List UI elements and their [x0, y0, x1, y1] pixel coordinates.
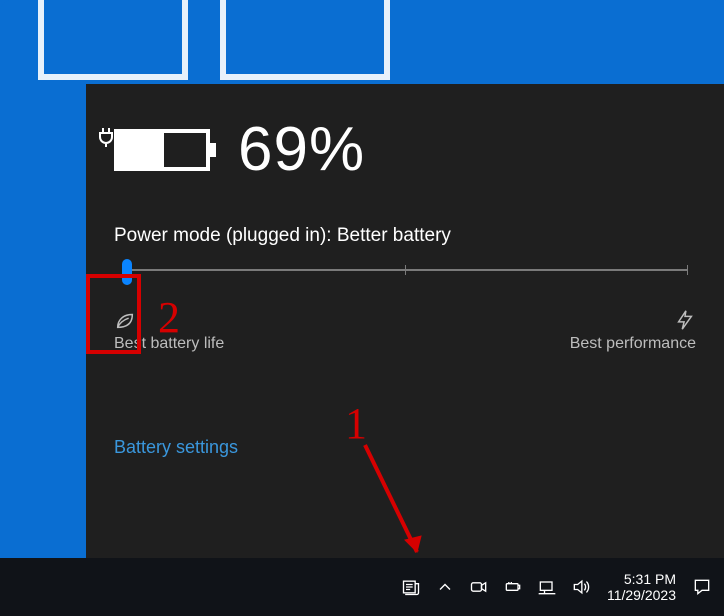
desktop-bg-shape — [220, 0, 390, 80]
slider-label-right: Best performance — [570, 309, 696, 353]
lightning-icon — [674, 309, 696, 331]
desktop-bg-shape — [38, 0, 188, 80]
taskbar: 5:31 PM 11/29/2023 — [0, 558, 724, 616]
power-slider[interactable]: Best battery life Best performance — [114, 269, 696, 353]
battery-percentage: 69% — [238, 114, 365, 185]
slider-track — [122, 269, 688, 271]
clock-time: 5:31 PM — [607, 571, 676, 587]
volume-tray-icon[interactable] — [567, 573, 595, 601]
slider-tick — [687, 265, 688, 275]
action-center-icon[interactable] — [688, 573, 716, 601]
slider-thumb[interactable] — [122, 259, 132, 285]
tray-overflow-chevron-icon[interactable] — [431, 573, 459, 601]
clock-date: 11/29/2023 — [607, 587, 676, 603]
meet-now-icon[interactable] — [465, 573, 493, 601]
battery-settings-link[interactable]: Battery settings — [114, 437, 238, 458]
taskbar-clock[interactable]: 5:31 PM 11/29/2023 — [601, 571, 682, 603]
battery-header: 69% — [114, 114, 696, 185]
news-tray-icon[interactable] — [397, 573, 425, 601]
battery-tray-icon[interactable] — [499, 573, 527, 601]
best-battery-label: Best battery life — [114, 335, 224, 353]
slider-tick — [405, 265, 406, 275]
battery-flyout: 69% Power mode (plugged in): Better batt… — [86, 84, 724, 558]
battery-charging-icon — [114, 129, 210, 171]
power-mode-label: Power mode (plugged in): Better battery — [114, 225, 696, 247]
network-tray-icon[interactable] — [533, 573, 561, 601]
slider-label-left: Best battery life — [114, 309, 224, 353]
leaf-icon — [114, 309, 136, 331]
best-performance-label: Best performance — [570, 335, 696, 353]
